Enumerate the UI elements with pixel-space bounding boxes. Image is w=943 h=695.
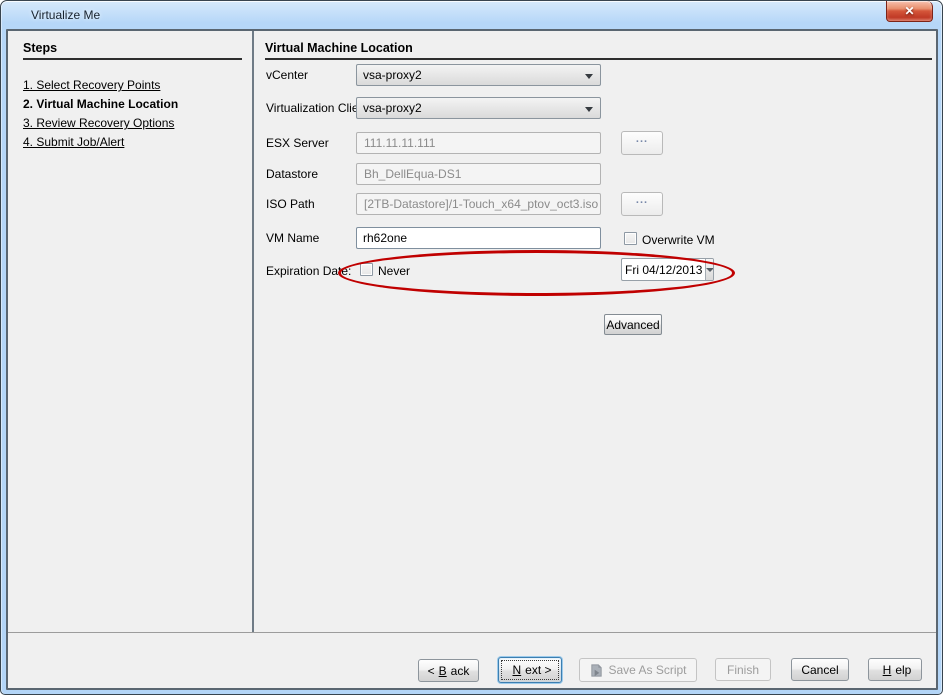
esx-server-label: ESX Server bbox=[266, 136, 329, 150]
sidebar-item-review-recovery-options[interactable]: 3. Review Recovery Options bbox=[23, 116, 174, 130]
virtualization-client-combobox[interactable]: vsa-proxy2 bbox=[356, 97, 601, 119]
page-title: Virtual Machine Location bbox=[265, 41, 413, 55]
sidebar-item-select-recovery-points[interactable]: 1. Select Recovery Points bbox=[23, 78, 160, 92]
dialog-window: Virtualize Me ✕ Steps 1. Select Recovery… bbox=[0, 0, 943, 695]
footer-separator bbox=[8, 632, 936, 633]
never-label: Never bbox=[378, 264, 410, 278]
back-label: ack bbox=[451, 664, 470, 678]
datastore-label: Datastore bbox=[266, 167, 318, 181]
help-label: elp bbox=[895, 663, 911, 677]
steps-header: Steps bbox=[23, 41, 57, 55]
chevron-down-icon bbox=[585, 74, 593, 79]
dialog-body: Steps 1. Select Recovery Points 2. Virtu… bbox=[6, 29, 938, 690]
virtualization-client-value: vsa-proxy2 bbox=[363, 101, 422, 115]
cancel-button[interactable]: Cancel bbox=[791, 658, 849, 681]
back-button[interactable]: < Back bbox=[418, 659, 479, 682]
virtualization-client-label: Virtualization Client bbox=[266, 101, 369, 115]
next-label-mnemonic: N bbox=[512, 663, 521, 677]
expiration-date-value: Fri 04/12/2013 bbox=[622, 259, 705, 280]
help-label-mnemonic: H bbox=[883, 663, 892, 677]
vcenter-label: vCenter bbox=[266, 68, 308, 82]
help-button[interactable]: Help bbox=[868, 658, 922, 681]
advanced-button[interactable]: Advanced bbox=[604, 314, 662, 335]
vm-name-input[interactable] bbox=[356, 227, 601, 249]
expiration-date-label: Expiration Date: bbox=[266, 264, 351, 278]
vm-name-label: VM Name bbox=[266, 231, 319, 245]
close-button[interactable]: ✕ bbox=[886, 1, 933, 22]
steps-header-rule bbox=[23, 58, 242, 60]
overwrite-vm-label: Overwrite VM bbox=[642, 233, 715, 247]
overwrite-vm-checkbox[interactable] bbox=[624, 232, 637, 245]
esx-server-field: 111.11.11.111 bbox=[356, 132, 601, 154]
finish-button: Finish bbox=[715, 658, 771, 681]
sidebar-item-submit-job-alert[interactable]: 4. Submit Job/Alert bbox=[23, 135, 124, 149]
close-icon: ✕ bbox=[904, 5, 914, 17]
vcenter-combobox[interactable]: vsa-proxy2 bbox=[356, 64, 601, 86]
window-title: Virtualize Me bbox=[31, 8, 100, 22]
chevron-down-icon bbox=[706, 268, 714, 272]
back-label: < bbox=[428, 664, 435, 678]
back-label-mnemonic: B bbox=[439, 664, 447, 678]
save-as-script-button: Save As Script bbox=[579, 658, 697, 682]
datastore-field: Bh_DellEqua-DS1 bbox=[356, 163, 601, 185]
save-as-script-label: Save As Script bbox=[608, 663, 686, 677]
script-icon bbox=[589, 663, 604, 678]
iso-path-field: [2TB-Datastore]/1-Touch_x64_ptov_oct3.is… bbox=[356, 193, 601, 215]
next-label: ext > bbox=[525, 663, 551, 677]
next-button[interactable]: Next > bbox=[498, 657, 562, 683]
page-title-rule bbox=[265, 58, 932, 60]
esx-server-browse-button[interactable]: ... bbox=[621, 131, 663, 155]
vcenter-value: vsa-proxy2 bbox=[363, 68, 422, 82]
date-dropdown-button[interactable] bbox=[705, 259, 714, 280]
iso-path-label: ISO Path bbox=[266, 197, 315, 211]
titlebar[interactable]: Virtualize Me ✕ bbox=[1, 1, 942, 29]
iso-path-browse-button[interactable]: ... bbox=[621, 192, 663, 216]
never-checkbox[interactable] bbox=[360, 263, 373, 276]
sidebar-item-virtual-machine-location[interactable]: 2. Virtual Machine Location bbox=[23, 97, 178, 111]
chevron-down-icon bbox=[585, 107, 593, 112]
expiration-date-picker[interactable]: Fri 04/12/2013 bbox=[621, 258, 714, 281]
sidebar-divider bbox=[252, 31, 254, 632]
